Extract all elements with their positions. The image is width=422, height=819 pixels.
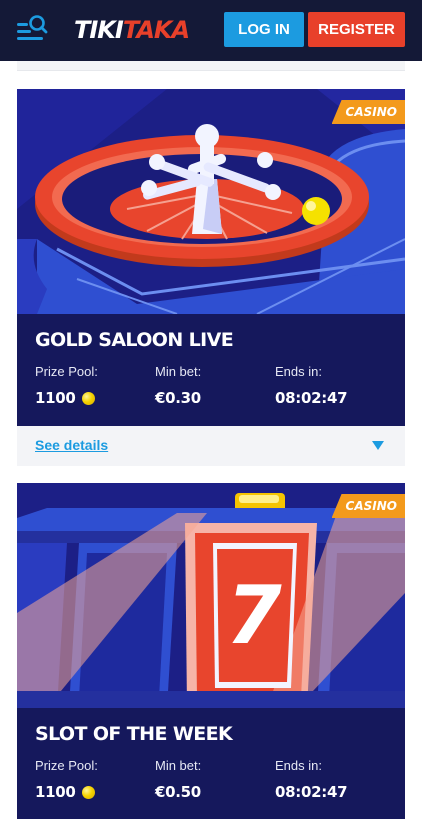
min-bet-label: Min bet:: [155, 758, 202, 773]
tournament-image[interactable]: 7 CASINO: [17, 483, 405, 708]
prize-pool-value: 1100: [35, 389, 76, 407]
menu-search-icon[interactable]: [16, 14, 48, 42]
ends-in-value: 08:02:47: [275, 783, 348, 801]
tournament-image[interactable]: CASINO: [17, 89, 405, 314]
logo-tiki: TIKI: [74, 16, 124, 44]
min-bet-value: €0.50: [155, 783, 201, 801]
tikitaka-logo[interactable]: TIKITAKA: [74, 14, 190, 46]
min-bet-value: €0.30: [155, 389, 201, 407]
see-details-toggle[interactable]: See details: [17, 426, 405, 466]
prize-pool-label: Prize Pool:: [35, 758, 98, 773]
slot-seven-symbol: 7: [226, 569, 282, 662]
prize-pool-value-row: 1100: [35, 783, 98, 801]
ends-in-label: Ends in:: [275, 758, 322, 773]
prize-pool-value: 1100: [35, 783, 76, 801]
chevron-down-icon[interactable]: [372, 441, 384, 450]
tournament-info: GOLD SALOON LIVE Prize Pool: 1100 Min be…: [17, 314, 405, 426]
tournament-title[interactable]: GOLD SALOON LIVE: [35, 329, 234, 351]
min-bet: Min bet: €0.50: [155, 758, 201, 801]
min-bet-label: Min bet:: [155, 364, 202, 379]
casino-badge: CASINO: [331, 494, 405, 518]
prize-pool: Prize Pool: 1100: [35, 758, 98, 801]
ends-in: Ends in: 08:02:47: [275, 758, 348, 801]
tournament-title[interactable]: SLOT OF THE WEEK: [35, 723, 233, 745]
casino-badge: CASINO: [331, 100, 405, 124]
ends-in-value: 08:02:47: [275, 389, 348, 407]
ends-in-label: Ends in:: [275, 364, 322, 379]
login-button[interactable]: LOG IN: [224, 12, 304, 47]
prize-pool-value-row: 1100: [35, 389, 98, 407]
site-header: TIKITAKA LOG IN REGISTER: [0, 0, 422, 61]
coin-icon: [81, 391, 95, 405]
see-details-link[interactable]: See details: [35, 437, 108, 453]
register-button[interactable]: REGISTER: [308, 12, 405, 47]
min-bet: Min bet: €0.30: [155, 364, 201, 407]
tournament-card: 7 CASINO SLOT OF THE WEEK Prize Pool: 11…: [17, 483, 405, 819]
tournament-info: SLOT OF THE WEEK Prize Pool: 1100 Min be…: [17, 708, 405, 819]
logo-taka: TAKA: [122, 16, 190, 44]
prize-pool: Prize Pool: 1100: [35, 364, 98, 407]
coin-icon: [81, 785, 95, 799]
previous-card-footer: [17, 61, 405, 71]
ends-in: Ends in: 08:02:47: [275, 364, 348, 407]
prize-pool-label: Prize Pool:: [35, 364, 98, 379]
tournament-card: CASINO GOLD SALOON LIVE Prize Pool: 1100…: [17, 89, 405, 466]
